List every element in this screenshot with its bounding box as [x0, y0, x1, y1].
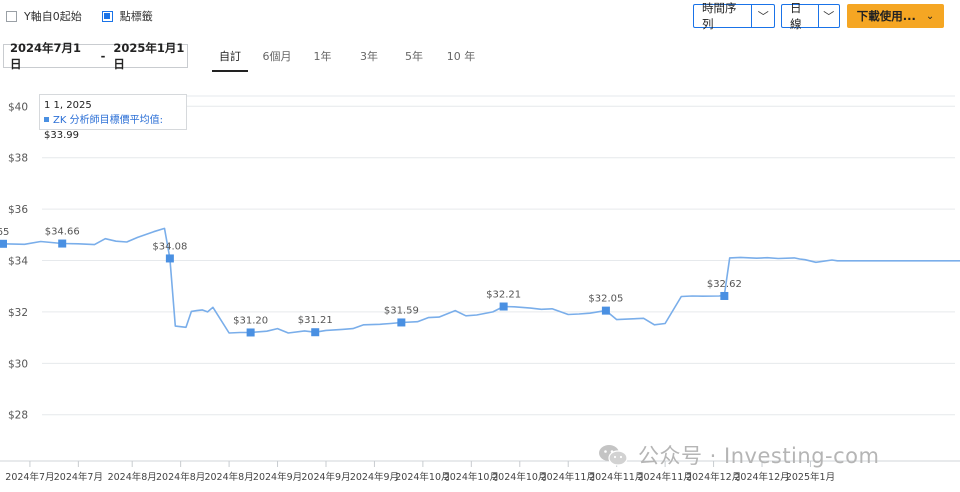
point-markers-checkbox[interactable]: 點標籤: [101, 8, 153, 24]
point-label: $31.20: [233, 315, 268, 326]
point-marker: [165, 254, 174, 263]
y-tick-label: $38: [8, 153, 28, 165]
x-tick-label: 2024年9月: [350, 471, 399, 483]
point-marker: [397, 318, 406, 327]
x-tick-label: 2024年8月: [108, 471, 157, 483]
y-axis-zero-label: Y軸自0起始: [24, 10, 82, 23]
point-label: $34.08: [152, 241, 187, 252]
point-label: $32.21: [486, 290, 521, 301]
tab-custom[interactable]: 自訂: [212, 48, 248, 72]
x-tick-label: 2024年12月: [734, 471, 789, 483]
point-markers-box[interactable]: [101, 10, 113, 22]
interval-label: 日線: [790, 1, 802, 31]
date-separator: -: [100, 49, 106, 63]
tab-3y[interactable]: 3年: [339, 48, 399, 68]
x-tick-label: 2024年9月: [253, 471, 302, 483]
series-marker-icon: [44, 117, 49, 122]
point-marker: [246, 328, 255, 337]
date-range-picker[interactable]: 2024年7月1日 - 2025年1月1日: [3, 41, 188, 71]
watermark-text: 公众号 · Investing-com: [638, 444, 880, 468]
tooltip-value: $33.99: [44, 130, 79, 141]
x-tick-label: 2024年10月: [395, 471, 450, 483]
x-tick-label: 2025年1月: [786, 471, 835, 483]
y-axis: $28 $30 $32 $34 $36 $38 $40: [8, 101, 28, 421]
point-marker: [0, 239, 7, 248]
chevron-down-icon[interactable]: ﹀: [751, 5, 774, 27]
x-tick-label: 2024年8月: [156, 471, 205, 483]
y-axis-zero-checkbox[interactable]: Y軸自0起始: [6, 8, 82, 24]
chevron-down-icon: ⌄: [925, 10, 935, 22]
series-markers: 65 $34.66 $34.08 $31.20 $31.21 $31.59 $32.21 $3…: [0, 227, 742, 337]
point-label: $32.05: [588, 294, 623, 305]
series-line: [2, 227, 960, 334]
y-tick-label: $32: [8, 307, 28, 319]
x-tick-label: 2024年11月: [637, 471, 692, 483]
series-type-select[interactable]: 時間序列 ﹀: [693, 1, 775, 31]
y-axis-zero-box[interactable]: [6, 10, 17, 22]
start-date[interactable]: 2024年7月1日: [10, 40, 84, 72]
wechat-icon: [599, 445, 628, 466]
tab-10y[interactable]: 10 年: [429, 48, 493, 68]
download-label: 下載使用...: [856, 9, 916, 23]
series-line: [2, 227, 960, 334]
tooltip-date: 1 1, 2025: [44, 100, 92, 111]
point-markers-label: 點標籤: [119, 10, 153, 23]
point-marker: [311, 328, 320, 337]
tab-6m[interactable]: 6個月: [248, 48, 306, 68]
point-marker: [720, 291, 729, 300]
tooltip: 1 1, 2025 ZK 分析師目標價平均值: $33.99: [39, 94, 187, 141]
x-tick-label: 2024年7月: [5, 471, 54, 483]
interval-select[interactable]: 日線 ﹀: [781, 1, 840, 31]
y-tick-label: $34: [8, 256, 28, 268]
chart-options: Y軸自0起始 點標籤: [6, 8, 173, 24]
x-tick-label: 2024年8月: [204, 471, 253, 483]
x-tick-label: 2024年9月: [301, 471, 350, 483]
point-marker: [499, 302, 508, 311]
point-label: $31.59: [384, 305, 419, 316]
end-date[interactable]: 2025年1月1日: [113, 40, 187, 72]
y-tick-label: $36: [8, 204, 28, 216]
point-label: $34.66: [45, 227, 80, 238]
x-tick-label: 2024年10月: [444, 471, 499, 483]
x-tick-label: 2024年11月: [589, 471, 644, 483]
series-type-label: 時間序列: [702, 1, 737, 31]
watermark: 公众号 · Investing-com: [598, 440, 879, 470]
grid-lines: [42, 95, 955, 416]
y-tick-label: $40: [8, 101, 28, 113]
point-label: $31.21: [298, 315, 333, 326]
point-marker: [601, 306, 610, 315]
chevron-down-icon[interactable]: ﹀: [817, 5, 839, 27]
y-tick-label: $28: [8, 410, 28, 422]
tab-5y[interactable]: 5年: [399, 48, 429, 68]
x-tick-label: 2024年11月: [541, 471, 596, 483]
x-tick-label: 2024年7月: [54, 471, 103, 483]
download-button[interactable]: 下載使用... ⌄: [847, 4, 944, 28]
x-tick-label: 2024年12月: [686, 471, 741, 483]
point-label: $32.62: [707, 279, 742, 290]
point-marker: [58, 239, 67, 248]
tab-1y[interactable]: 1年: [306, 48, 339, 68]
point-label: 65: [0, 227, 9, 238]
range-tabs: 自訂 6個月 1年 3年 5年 10 年: [212, 48, 493, 72]
tooltip-series: ZK 分析師目標價平均值: [53, 115, 160, 126]
y-tick-label: $30: [8, 358, 28, 370]
x-tick-label: 2024年10月: [492, 471, 547, 483]
